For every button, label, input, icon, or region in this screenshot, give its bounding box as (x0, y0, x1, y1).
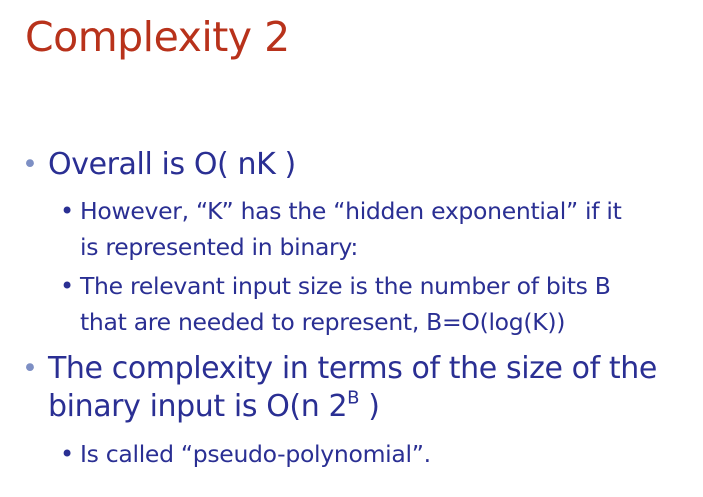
sub-bullet-pseudo-polynomial: • Is called “pseudo-polynomial”. (60, 436, 431, 472)
sub-bullet-input-size: • The relevant input size is the number … (60, 268, 611, 340)
bullet-text-line: is represented in binary: (80, 233, 358, 261)
formula-exponent: B (347, 387, 360, 409)
bullet-marker: • (60, 440, 74, 468)
bullet-marker: • (60, 197, 74, 225)
bullet-text-line: binary input is O(n 2B ) (48, 388, 657, 426)
bullet-overall: • Overall is O( nK ) (22, 146, 296, 184)
bullet-text-line: The complexity in terms of the size of t… (48, 351, 657, 386)
bullet-marker: • (22, 149, 38, 180)
bullet-marker: • (22, 353, 38, 384)
bullet-text-line: However, “K” has the “hidden exponential… (80, 197, 622, 225)
bullet-list: • Overall is O( nK ) • However, “K” has … (0, 0, 703, 497)
bullet-marker: • (60, 272, 74, 300)
bullet-text-line: The relevant input size is the number of… (80, 272, 611, 300)
bullet-text-line: that are needed to represent, B=O(log(K)… (80, 308, 566, 336)
formula-prefix: binary input is O(n 2 (48, 389, 348, 424)
formula-suffix: ) (359, 389, 380, 424)
bullet-text: Is called “pseudo-polynomial”. (80, 440, 431, 468)
bullet-complexity-binary: • The complexity in terms of the size of… (22, 350, 657, 426)
sub-bullet-hidden-exponential: • However, “K” has the “hidden exponenti… (60, 193, 622, 265)
bullet-text: Overall is O( nK ) (48, 147, 296, 182)
